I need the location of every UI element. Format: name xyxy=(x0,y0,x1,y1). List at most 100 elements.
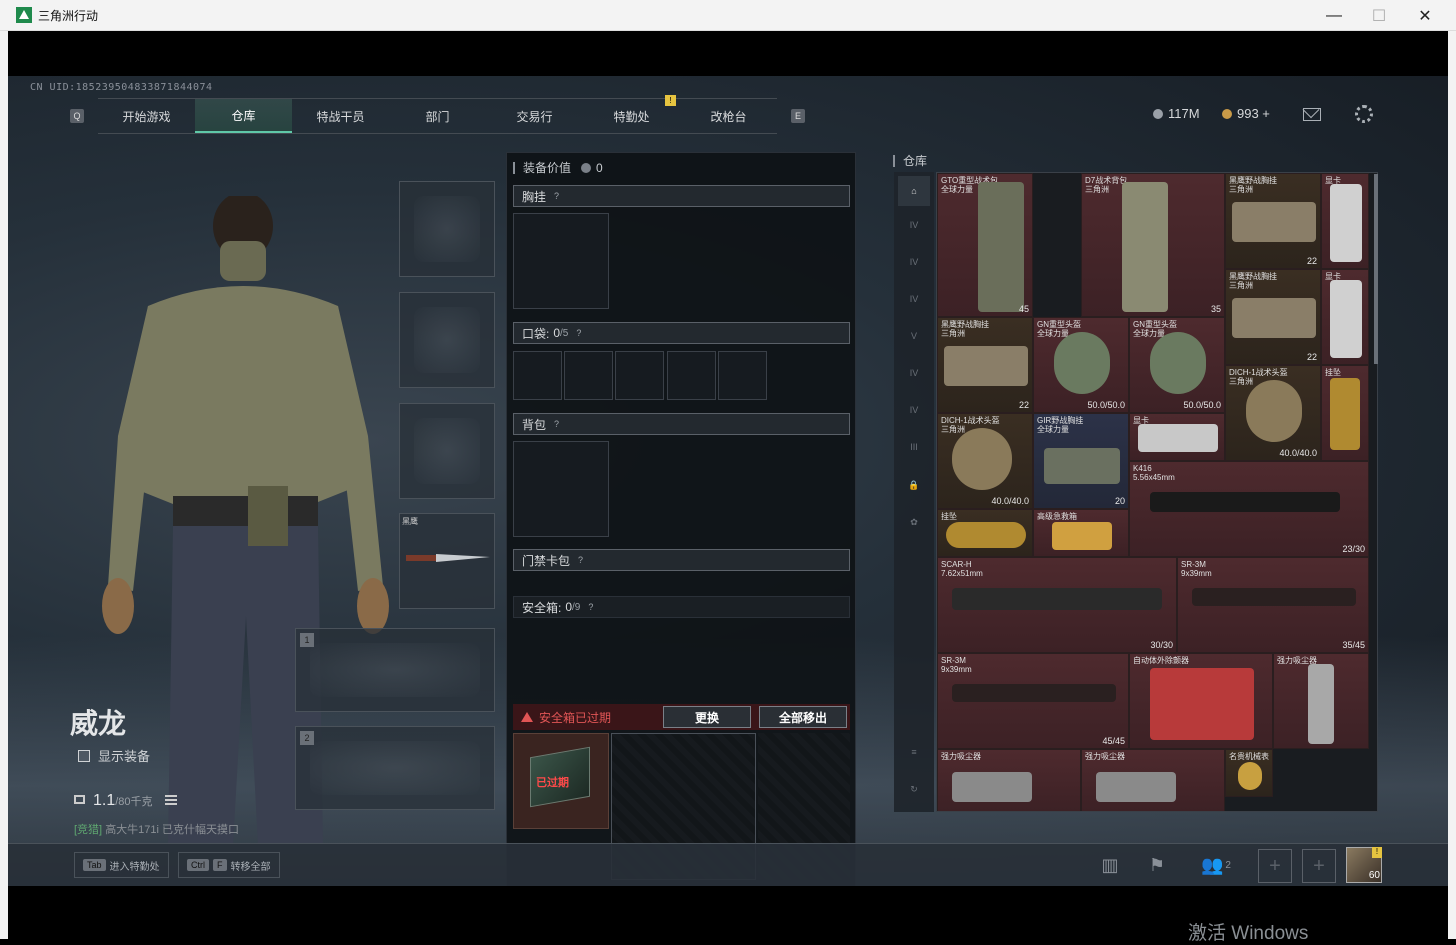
chest-rig-section[interactable]: 胸挂 ? xyxy=(513,185,850,207)
close-button[interactable]: ✕ xyxy=(1402,0,1448,31)
tab-operators[interactable]: 特战干员 xyxy=(292,99,389,133)
maximize-button[interactable]: ☐ xyxy=(1356,0,1402,31)
item-sub: 三角洲 xyxy=(941,425,965,434)
squad-icon[interactable]: 👥 2 xyxy=(1196,854,1236,876)
help-icon[interactable]: ? xyxy=(554,191,559,201)
warehouse-item[interactable]: 黑鹰野战胸挂 三角洲 22 xyxy=(1225,269,1321,365)
status-line: [竞猎] 高大牛171i 已克什幅天摸口 xyxy=(74,821,239,837)
warehouse-item[interactable]: SR-3M 9x39mm 45/45 xyxy=(937,653,1129,749)
special-ops-hint[interactable]: Tab 进入特勤处 xyxy=(74,852,169,878)
mail-icon[interactable] xyxy=(1303,108,1321,121)
filter-tab[interactable]: IV xyxy=(898,284,930,314)
warehouse-item[interactable]: 显卡 xyxy=(1129,413,1225,461)
armor-slot[interactable] xyxy=(399,292,495,388)
tab-start-game[interactable]: 开始游戏 xyxy=(98,99,195,133)
warehouse-item[interactable]: 强力吸尘器 xyxy=(1273,653,1369,749)
warehouse-item[interactable]: D7战术背包 三角洲 35 xyxy=(1081,173,1225,317)
replace-button[interactable]: 更换 xyxy=(663,706,751,728)
f-key: F xyxy=(213,859,227,871)
flag-icon[interactable]: ⚑ xyxy=(1146,854,1168,876)
help-icon[interactable]: ? xyxy=(578,555,583,565)
secondary-weapon-slot[interactable]: 2 xyxy=(295,726,495,810)
warehouse-item[interactable]: GN重型头盔 全球力量 50.0/50.0 xyxy=(1129,317,1225,413)
warehouse-item[interactable]: 强力吸尘器 xyxy=(1081,749,1225,811)
minimize-button[interactable]: — xyxy=(1311,0,1357,31)
melee-slot[interactable]: 黑鹰 xyxy=(399,513,495,609)
show-gear-checkbox[interactable] xyxy=(78,749,90,762)
move-all-button[interactable]: 全部移出 xyxy=(759,706,847,728)
warehouse-all-icon[interactable]: ⌂ xyxy=(898,176,930,206)
warehouse-item[interactable]: GN重型头盔 全球力量 50.0/50.0 xyxy=(1033,317,1129,413)
warehouse-item[interactable]: GTO重型战术包 全球力量 45 xyxy=(937,173,1033,317)
tab-warehouse[interactable]: 仓库 xyxy=(195,99,292,133)
layers-icon[interactable]: ≡ xyxy=(898,737,930,767)
warehouse-item[interactable]: 黑鹰野战胸挂 三角洲 22 xyxy=(937,317,1033,413)
ctrl-key: Ctrl xyxy=(187,859,209,871)
tab-special-ops[interactable]: 特勤处 ! xyxy=(583,95,680,133)
help-icon[interactable]: ? xyxy=(588,602,593,612)
filter-tab[interactable]: IV xyxy=(898,247,930,277)
show-gear-toggle[interactable]: 显示装备 xyxy=(78,746,150,765)
backpack-slot[interactable] xyxy=(513,441,609,537)
helmet-slot[interactable] xyxy=(399,181,495,277)
filter-tab[interactable]: V xyxy=(898,321,930,351)
show-gear-label: 显示装备 xyxy=(98,749,151,764)
currency-premium[interactable]: 993 + xyxy=(1222,106,1270,121)
filter-tab[interactable]: IV xyxy=(898,358,930,388)
defibrillator-icon xyxy=(1150,668,1254,740)
lock-icon[interactable]: 🔒 xyxy=(898,470,930,500)
pocket-slot[interactable] xyxy=(615,351,664,400)
warehouse-item[interactable]: 高级急救箱 xyxy=(1033,509,1129,557)
player-avatar[interactable]: 60 ! xyxy=(1346,847,1382,883)
item-sub: 9x39mm xyxy=(1181,569,1212,578)
nav-left-key[interactable]: Q xyxy=(70,109,84,123)
filter-tab[interactable]: III xyxy=(898,432,930,462)
recycle-icon[interactable]: ↻ xyxy=(898,774,930,804)
filter-tab[interactable]: IV xyxy=(898,395,930,425)
stats-icon[interactable]: ▥ xyxy=(1099,854,1121,876)
settings-gear-icon[interactable] xyxy=(1355,105,1373,123)
filter-tab[interactable]: IV xyxy=(898,210,930,240)
backpack-section[interactable]: 背包 ? xyxy=(513,413,850,435)
warehouse-item[interactable]: 黑鹰野战胸挂 三角洲 22 xyxy=(1225,173,1321,269)
warehouse-item[interactable]: 显卡 xyxy=(1321,269,1369,365)
vacuum-icon xyxy=(1308,664,1334,744)
tab-trade[interactable]: 交易行 xyxy=(486,99,583,133)
item-sub: 三角洲 xyxy=(941,329,965,338)
currency-coins[interactable]: 117M xyxy=(1153,106,1200,121)
warehouse-item[interactable]: SCAR-H 7.62x51mm 30/30 xyxy=(937,557,1177,653)
pocket-slot[interactable] xyxy=(718,351,767,400)
safe-box-item[interactable]: 已过期 xyxy=(513,733,609,829)
warehouse-item[interactable]: GIR野战胸挂 全球力量 20 xyxy=(1033,413,1129,509)
help-icon[interactable]: ? xyxy=(554,419,559,429)
warehouse-scrollbar[interactable] xyxy=(1374,174,1378,364)
primary-weapon-slot[interactable]: 1 xyxy=(295,628,495,712)
warehouse-item[interactable]: K416 5.56x45mm 23/30 xyxy=(1129,461,1369,557)
chest-rig-slot[interactable] xyxy=(513,213,609,309)
gear-icon[interactable]: ✿ xyxy=(898,507,930,537)
item-name: D7战术背包 xyxy=(1085,176,1128,185)
warehouse-item[interactable]: DICH-1战术头盔 三角洲 40.0/40.0 xyxy=(1225,365,1321,461)
help-icon[interactable]: ? xyxy=(576,328,581,338)
warehouse-item[interactable]: 挂坠 xyxy=(1321,365,1369,461)
warehouse-grid[interactable]: GTO重型战术包 全球力量 45 D7战术背包 三角洲 35 黑鹰野战胸挂 三角… xyxy=(936,172,1378,812)
nav-right-key[interactable]: E xyxy=(791,109,805,123)
pocket-slot[interactable] xyxy=(667,351,716,400)
invite-slot-button[interactable]: + xyxy=(1258,849,1292,883)
tab-department[interactable]: 部门 xyxy=(389,99,486,133)
transfer-all-hint[interactable]: Ctrl F 转移全部 xyxy=(178,852,280,878)
pocket-slot[interactable] xyxy=(564,351,613,400)
pistol-slot[interactable] xyxy=(399,403,495,499)
warehouse-item[interactable]: SR-3M 9x39mm 35/45 xyxy=(1177,557,1369,653)
invite-slot-button[interactable]: + xyxy=(1302,849,1336,883)
pocket-slot[interactable] xyxy=(513,351,562,400)
warehouse-item[interactable]: 名贵机械表 xyxy=(1225,749,1273,797)
list-icon[interactable] xyxy=(164,795,177,805)
keycard-section[interactable]: 门禁卡包 ? xyxy=(513,549,850,571)
warehouse-item[interactable]: DICH-1战术头盔 三角洲 40.0/40.0 xyxy=(937,413,1033,509)
warehouse-item[interactable]: 挂坠 xyxy=(937,509,1033,557)
warehouse-item[interactable]: 强力吸尘器 xyxy=(937,749,1081,811)
tab-gunsmith[interactable]: 改枪台 xyxy=(680,99,777,133)
warehouse-item[interactable]: 显卡 xyxy=(1321,173,1369,269)
warehouse-item[interactable]: 自动体外除颤器 xyxy=(1129,653,1273,749)
